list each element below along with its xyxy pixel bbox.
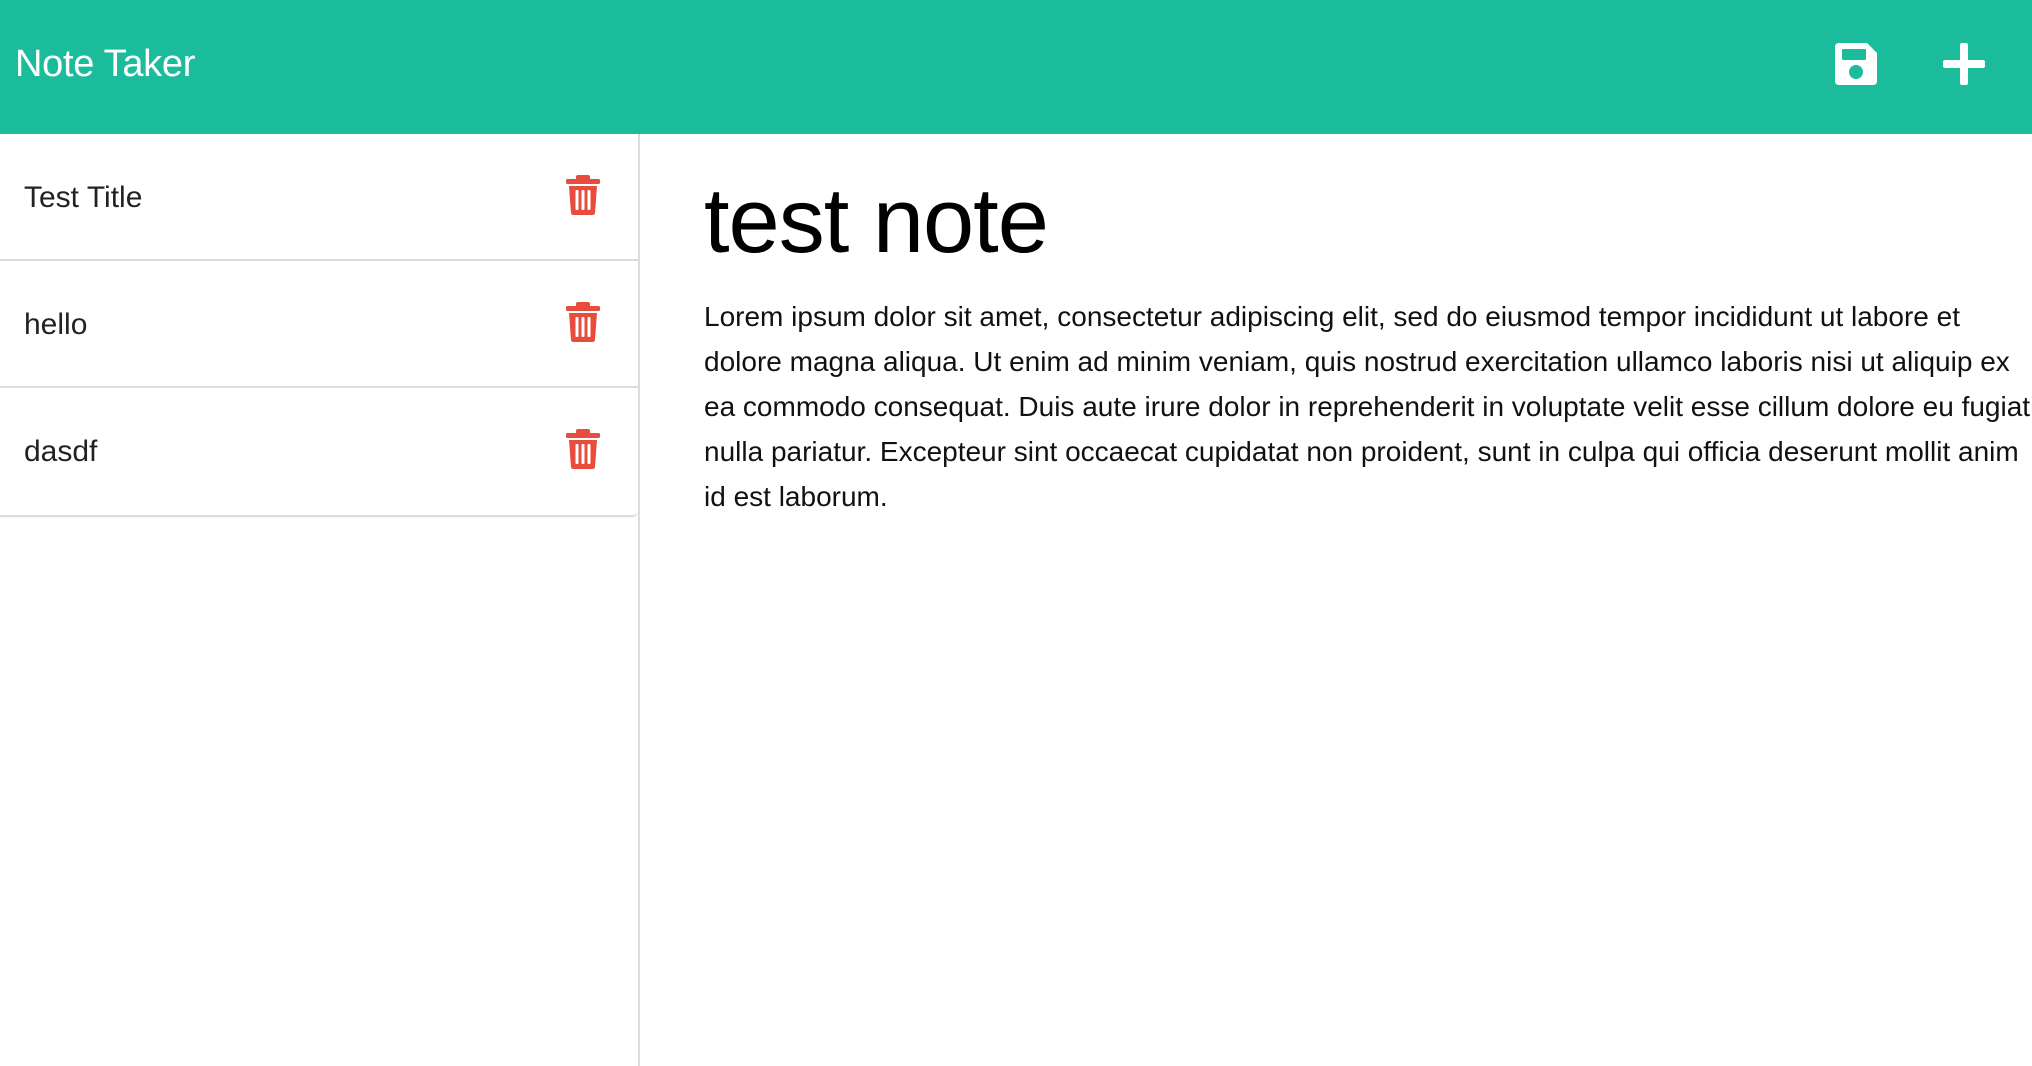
floppy-disk-icon xyxy=(1835,43,1877,85)
delete-note-button[interactable] xyxy=(564,428,602,470)
app-title[interactable]: Note Taker xyxy=(15,38,195,90)
note-list-item[interactable]: Test Title xyxy=(0,134,638,261)
plus-icon xyxy=(1943,43,1985,85)
trash-icon xyxy=(566,175,600,215)
note-list-item-title: dasdf xyxy=(24,435,98,468)
new-note-button[interactable] xyxy=(1936,36,1992,92)
note-list-item-title: Test Title xyxy=(24,181,143,214)
note-title-input[interactable] xyxy=(704,156,2004,286)
delete-note-button[interactable] xyxy=(564,301,602,343)
note-body-textarea[interactable]: Lorem ipsum dolor sit amet, consectetur … xyxy=(704,294,2032,994)
note-sidebar: Test Title hello dasdf xyxy=(0,134,640,1066)
navbar: Note Taker xyxy=(0,0,2032,134)
note-editor: Lorem ipsum dolor sit amet, consectetur … xyxy=(642,134,2032,1066)
trash-icon xyxy=(566,429,600,469)
note-list-item-title: hello xyxy=(24,308,88,341)
delete-note-button[interactable] xyxy=(564,174,602,216)
note-list: Test Title hello dasdf xyxy=(0,134,638,517)
note-list-item[interactable]: dasdf xyxy=(0,388,638,515)
save-note-button[interactable] xyxy=(1828,36,1884,92)
trash-icon xyxy=(566,302,600,342)
note-list-item[interactable]: hello xyxy=(0,261,638,388)
